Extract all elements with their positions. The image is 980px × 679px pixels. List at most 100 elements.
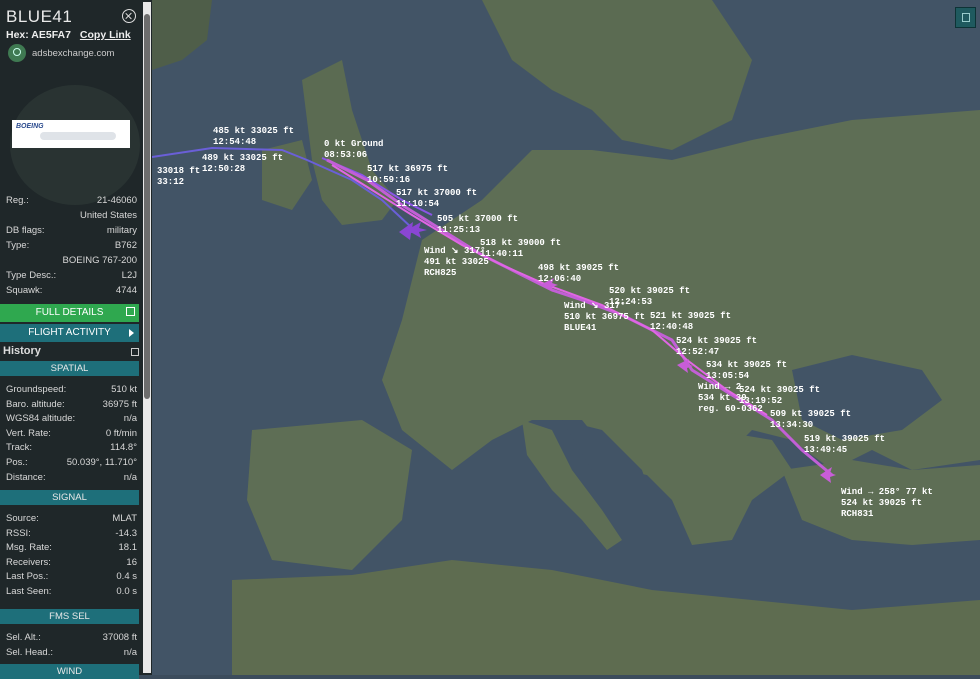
row-value: n/a xyxy=(123,646,137,658)
spatial-header: SPATIAL xyxy=(0,361,139,376)
sidebar-scrollbar[interactable] xyxy=(143,2,151,673)
track-label: 13:49:45 xyxy=(804,445,847,455)
row-key: Type Desc.: xyxy=(6,270,57,281)
track-label: 485 kt 33025 ft xyxy=(213,126,294,136)
row-value: n/a xyxy=(123,413,137,425)
row-value: 36975 ft xyxy=(102,398,137,410)
track-label: 524 kt 39025 ft xyxy=(676,336,757,346)
close-icon[interactable] xyxy=(122,9,136,23)
track-label: 509 kt 39025 ft xyxy=(770,409,851,419)
row-key: Sel. Head.: xyxy=(6,646,53,658)
row-value: 50.039°, 11.710° xyxy=(66,457,137,468)
track-label: 12:06:40 xyxy=(538,274,581,284)
track-label: 517 kt 37000 ft xyxy=(396,188,477,198)
row-key: Vert. Rate: xyxy=(6,427,51,439)
site-label: adsbexchange.com xyxy=(32,48,115,59)
row-key: DB flags: xyxy=(6,225,45,236)
hex-label: Hex: xyxy=(6,29,29,41)
track-label: 33018 ft xyxy=(157,166,200,176)
track-label: 11:10:54 xyxy=(396,199,440,209)
scrollbar-thumb[interactable] xyxy=(144,14,150,399)
signal-header: SIGNAL xyxy=(0,490,139,505)
track-label: 0 kt Ground xyxy=(324,139,383,149)
aircraft-sidebar: BLUE41 Hex: AE5FA7 Copy Link adsbexchang… xyxy=(0,0,152,679)
history-checkbox[interactable] xyxy=(131,348,139,356)
row-value: 0 ft/min xyxy=(105,427,137,439)
chevron-right-icon xyxy=(129,329,134,337)
track-label: BLUE41 xyxy=(564,323,597,333)
track-label: 13:34:30 xyxy=(770,420,813,430)
flight-activity-label: FLIGHT ACTIVITY xyxy=(28,327,111,338)
row-key: Msg. Rate: xyxy=(6,542,52,554)
row-key: Last Seen: xyxy=(6,586,52,597)
row-key: Sel. Alt.: xyxy=(6,632,41,643)
row-value: 18.1 xyxy=(118,542,138,554)
track-label: 491 kt 33025 xyxy=(424,257,489,267)
plane-image xyxy=(40,132,116,140)
track-label: 534 kt 39025 ft xyxy=(706,360,787,370)
track-label: Wind → 2 xyxy=(698,382,741,392)
track-label: 12:54:48 xyxy=(213,137,256,147)
callsign-title: BLUE41 xyxy=(6,7,73,26)
full-details-label: FULL DETAILS xyxy=(35,307,104,318)
hex-row: Hex: AE5FA7 Copy Link xyxy=(6,29,131,41)
row-key: Pos.: xyxy=(6,457,28,468)
wind-header: WIND xyxy=(0,664,139,679)
row-value: L2J xyxy=(121,270,137,281)
row-key: Reg.: xyxy=(6,195,29,206)
track-label: 11:25:13 xyxy=(437,225,480,235)
map-svg[interactable]: 485 kt 33025 ft 12:54:48 489 kt 33025 ft… xyxy=(152,0,980,675)
row-key: WGS84 altitude: xyxy=(6,413,76,425)
track-label: 13:05:54 xyxy=(706,371,750,381)
flight-activity-button[interactable]: FLIGHT ACTIVITY xyxy=(0,324,139,342)
row-key: RSSI: xyxy=(6,527,31,539)
photo-brand: BOEING xyxy=(16,123,44,130)
row-value: 4744 xyxy=(115,285,137,296)
track-label: 08:53:06 xyxy=(324,150,367,160)
track-label: 518 kt 39000 ft xyxy=(480,238,561,248)
row-key: Last Pos.: xyxy=(6,571,49,583)
track-label: Wind ↘ 317° xyxy=(424,246,486,256)
row-value: -14.3 xyxy=(115,527,137,539)
external-link-icon xyxy=(126,307,135,316)
row-value: MLAT xyxy=(112,513,137,524)
row-key: Groundspeed: xyxy=(6,384,67,395)
track-label: 12:24:53 xyxy=(609,297,652,307)
track-label: 12:40:48 xyxy=(650,322,693,332)
aircraft-photo[interactable]: BOEING xyxy=(12,120,130,148)
track-label: 489 kt 33025 ft xyxy=(202,153,283,163)
row-key: Receivers: xyxy=(6,556,51,568)
globe-icon xyxy=(8,44,26,62)
track-label: RCH825 xyxy=(424,268,456,278)
row-key: Source: xyxy=(6,513,39,524)
track-label: 517 kt 36975 ft xyxy=(367,164,448,174)
history-label: History xyxy=(3,345,41,357)
track-label: 521 kt 39025 ft xyxy=(650,311,731,321)
full-details-button[interactable]: FULL DETAILS xyxy=(0,304,139,322)
hex-value: AE5FA7 xyxy=(31,29,71,41)
row-value: BOEING 767-200 xyxy=(62,255,137,266)
row-value: n/a xyxy=(123,471,137,483)
track-label: 510 kt 36975 ft xyxy=(564,312,645,322)
row-value: 510 kt xyxy=(111,384,137,395)
track-label: 10:59:16 xyxy=(367,175,410,185)
map-view[interactable]: 485 kt 33025 ft 12:54:48 489 kt 33025 ft… xyxy=(152,0,980,675)
row-value: 0.0 s xyxy=(116,586,137,597)
track-label: 519 kt 39025 ft xyxy=(804,434,885,444)
track-label: 524 kt 39025 ft xyxy=(739,385,820,395)
track-label: 498 kt 39025 ft xyxy=(538,263,619,273)
layers-button[interactable] xyxy=(955,7,976,28)
row-value: 0.4 s xyxy=(116,571,137,583)
row-value: 16 xyxy=(126,556,137,568)
fms-header: FMS SEL xyxy=(0,609,139,624)
copy-link[interactable]: Copy Link xyxy=(80,29,131,41)
row-value: 21-46060 xyxy=(96,195,137,206)
track-label: 13:19:52 xyxy=(739,396,782,406)
track-label: 520 kt 39025 ft xyxy=(609,286,690,296)
row-key: Distance: xyxy=(6,471,46,483)
row-key: Baro. altitude: xyxy=(6,398,65,410)
row-key: Squawk: xyxy=(6,285,43,296)
row-key: Type: xyxy=(6,240,30,251)
track-label: 505 kt 37000 ft xyxy=(437,214,518,224)
row-value: United States xyxy=(79,210,137,221)
